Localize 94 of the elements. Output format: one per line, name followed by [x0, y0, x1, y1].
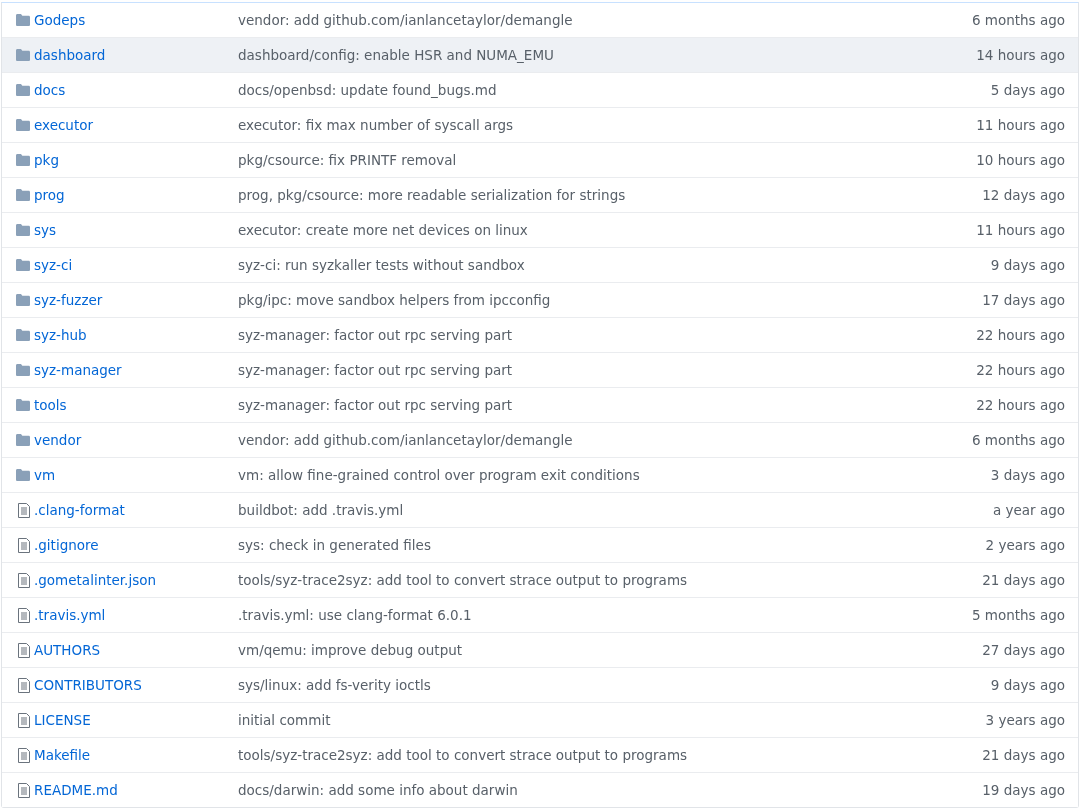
commit-age: 6 months ago: [971, 12, 1066, 28]
commit-message: prog, pkg/csource: more readable serialization for strings: [238, 187, 627, 203]
folder-icon: [16, 434, 30, 446]
commit-age: 22 hours ago: [976, 327, 1066, 343]
file-icon: [18, 572, 30, 588]
file-name-link[interactable]: .gitignore: [34, 537, 238, 553]
commit-age: 3 days ago: [990, 467, 1066, 483]
commit-message: pkg/csource: fix PRINTF removal: [238, 152, 458, 168]
folder-icon: [16, 189, 30, 201]
file-name-link[interactable]: syz-fuzzer: [34, 292, 238, 308]
folder-icon: [16, 399, 30, 411]
commit-message: dashboard/config: enable HSR and NUMA_EMU: [238, 47, 555, 63]
folder-icon: [16, 294, 30, 306]
commit-message: vm: allow fine-grained control over program exit conditions: [238, 467, 641, 483]
commit-age: 3 years ago: [985, 712, 1066, 728]
file-row[interactable]: README.md docs/darwin: add some info about darwin 19 days ago: [2, 772, 1078, 807]
file-name-link[interactable]: executor: [34, 117, 238, 133]
file-name-link[interactable]: pkg: [34, 152, 238, 168]
commit-age: 27 days ago: [982, 642, 1066, 658]
commit-age: 11 hours ago: [976, 222, 1066, 238]
commit-age: 5 days ago: [990, 82, 1066, 98]
file-name-link[interactable]: .gometalinter.json: [34, 572, 238, 588]
file-name-link[interactable]: .travis.yml: [34, 607, 238, 623]
commit-message: initial commit: [238, 712, 332, 728]
file-name-link[interactable]: dashboard: [34, 47, 238, 63]
commit-age: 21 days ago: [982, 572, 1066, 588]
file-name-link[interactable]: syz-hub: [34, 327, 238, 343]
file-name-link[interactable]: sys: [34, 222, 238, 238]
folder-icon: [16, 329, 30, 341]
commit-age: 14 hours ago: [976, 47, 1066, 63]
file-name-link[interactable]: vm: [34, 467, 238, 483]
commit-age: 10 hours ago: [976, 152, 1066, 168]
commit-age: 12 days ago: [982, 187, 1066, 203]
folder-icon: [16, 364, 30, 376]
folder-icon: [16, 84, 30, 96]
commit-age: 22 hours ago: [976, 362, 1066, 378]
commit-age: a year ago: [992, 502, 1066, 518]
commit-age: 2 years ago: [985, 537, 1066, 553]
commit-age: 9 days ago: [990, 257, 1066, 273]
folder-icon: [16, 49, 30, 61]
folder-icon: [16, 259, 30, 271]
file-icon: [18, 642, 30, 658]
file-name-link[interactable]: prog: [34, 187, 238, 203]
file-icon: [18, 607, 30, 623]
commit-age: 5 months ago: [971, 607, 1066, 623]
file-name-link[interactable]: Makefile: [34, 747, 238, 763]
file-name-link[interactable]: README.md: [34, 782, 238, 798]
commit-message: docs/darwin: add some info about darwin: [238, 782, 519, 798]
file-row[interactable]: dashboard dashboard/config: enable HSR and NUMA_EMU 14 hours ago: [2, 37, 1078, 72]
file-name-link[interactable]: syz-ci: [34, 257, 238, 273]
file-icon: [18, 677, 30, 693]
folder-icon: [16, 14, 30, 26]
file-name-link[interactable]: AUTHORS: [34, 642, 238, 658]
commit-message: syz-ci: run syzkaller tests without sandbox: [238, 257, 526, 273]
file-icon: [18, 502, 30, 518]
commit-age: 21 days ago: [982, 747, 1066, 763]
folder-icon: [16, 154, 30, 166]
commit-message: pkg/ipc: move sandbox helpers from ipcconfig: [238, 292, 552, 308]
commit-age: 11 hours ago: [976, 117, 1066, 133]
commit-message: executor: create more net devices on linux: [238, 222, 529, 238]
commit-message: syz-manager: factor out rpc serving part: [238, 362, 514, 378]
file-icon: [18, 712, 30, 728]
commit-message: executor: fix max number of syscall args: [238, 117, 515, 133]
file-name-link[interactable]: Godeps: [34, 12, 238, 28]
commit-age: 17 days ago: [982, 292, 1066, 308]
file-name-link[interactable]: tools: [34, 397, 238, 413]
commit-age: 19 days ago: [982, 782, 1066, 798]
file-name-link[interactable]: LICENSE: [34, 712, 238, 728]
commit-message: vendor: add github.com/ianlancetaylor/demangle: [238, 432, 574, 448]
folder-icon: [16, 224, 30, 236]
folder-icon: [16, 119, 30, 131]
file-icon: [18, 537, 30, 553]
file-name-link[interactable]: docs: [34, 82, 238, 98]
commit-message: tools/syz-trace2syz: add tool to convert strace output to programs: [238, 747, 689, 763]
commit-message: syz-manager: factor out rpc serving part: [238, 397, 514, 413]
commit-age: 9 days ago: [990, 677, 1066, 693]
commit-message: docs/openbsd: update found_bugs.md: [238, 82, 498, 98]
file-name-link[interactable]: syz-manager: [34, 362, 238, 378]
file-name-link[interactable]: .clang-format: [34, 502, 238, 518]
file-name-link[interactable]: CONTRIBUTORS: [34, 677, 238, 693]
commit-age: 22 hours ago: [976, 397, 1066, 413]
file-icon: [18, 747, 30, 763]
commit-message: tools/syz-trace2syz: add tool to convert strace output to programs: [238, 572, 689, 588]
commit-message: vm/qemu: improve debug output: [238, 642, 464, 658]
commit-age: 6 months ago: [971, 432, 1066, 448]
file-name-link[interactable]: vendor: [34, 432, 238, 448]
folder-icon: [16, 469, 30, 481]
commit-message: vendor: add github.com/ianlancetaylor/demangle: [238, 12, 574, 28]
commit-message: syz-manager: factor out rpc serving part: [238, 327, 514, 343]
commit-message: sys/linux: add fs-verity ioctls: [238, 677, 432, 693]
commit-message: buildbot: add .travis.yml: [238, 502, 405, 518]
file-icon: [18, 782, 30, 798]
commit-message: .travis.yml: use clang-format 6.0.1: [238, 607, 473, 623]
commit-message: sys: check in generated files: [238, 537, 432, 553]
